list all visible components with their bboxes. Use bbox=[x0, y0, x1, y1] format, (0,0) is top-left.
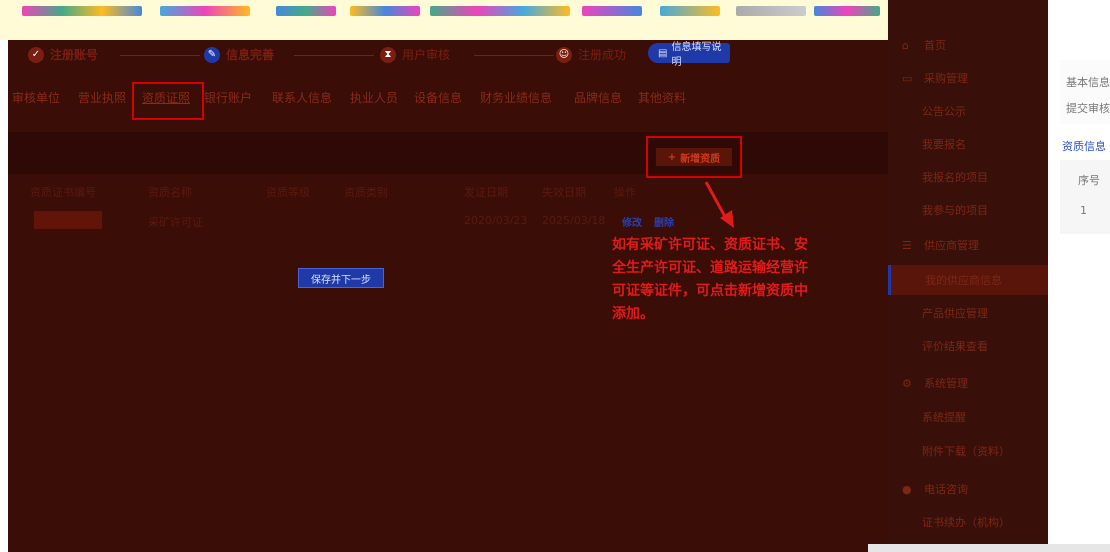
step-label: 注册账号 bbox=[50, 48, 99, 62]
step-register-account: ✓ 注册账号 bbox=[28, 46, 98, 63]
right-submit-review: 提交审核 bbox=[1066, 102, 1110, 115]
right-panel: 基本信息 提交审核 资质信息 序号 1 bbox=[1048, 0, 1110, 552]
smile-icon: ☺ bbox=[556, 46, 572, 63]
gear-icon: ⚙ bbox=[902, 376, 912, 390]
col-cert-number: 资质证书编号 bbox=[30, 186, 96, 199]
tab-brand-info[interactable]: 品牌信息 bbox=[574, 89, 622, 106]
sidebar-item-my-participated[interactable]: 我参与的项目 bbox=[888, 195, 1048, 225]
sidebar-item-announcements[interactable]: 公告公示 bbox=[888, 96, 1048, 126]
sidebar: ⌂ 首页 ▭ 采购管理 公告公示 我要报名 我报名的项目 我参与的项目 ☰ 供应商管理… bbox=[888, 0, 1048, 552]
table-header: 资质证书编号 资质名称 资质等级 资质类别 发证日期 失效日期 操作 bbox=[8, 178, 888, 204]
notice-text-7 bbox=[660, 6, 720, 16]
cell-expire-date: 2025/03/18 bbox=[542, 214, 606, 227]
step-label: 信息完善 bbox=[226, 48, 275, 62]
step-info-complete: ✎ 信息完善 bbox=[204, 46, 274, 63]
save-next-button[interactable]: 保存并下一步 bbox=[298, 268, 384, 288]
edit-circle-icon: ✎ bbox=[204, 46, 220, 63]
sidebar-item-evaluation[interactable]: 评价结果查看 bbox=[888, 331, 1048, 361]
hourglass-icon: ⧗ bbox=[380, 46, 396, 63]
notice-text-8 bbox=[736, 6, 806, 16]
notice-text-3 bbox=[276, 6, 336, 16]
notice-text-1 bbox=[22, 6, 142, 16]
step-connector bbox=[120, 55, 200, 56]
step-connector bbox=[294, 55, 374, 56]
right-col-index: 序号 bbox=[1078, 174, 1100, 187]
sidebar-label: 供应商管理 bbox=[924, 239, 979, 252]
sidebar-item-supplier-mgmt[interactable]: ☰ 供应商管理 bbox=[888, 230, 1048, 260]
folder-icon: ▭ bbox=[902, 71, 913, 85]
tab-licensed-staff[interactable]: 执业人员 bbox=[350, 89, 398, 106]
horizontal-scrollbar[interactable] bbox=[868, 544, 1110, 552]
info-guide-button[interactable]: ▤ 信息填写说明 bbox=[648, 42, 730, 68]
highlight-box-add-button bbox=[646, 136, 742, 178]
annotation-arrow-icon bbox=[704, 181, 734, 228]
col-issue-date: 发证日期 bbox=[464, 186, 508, 199]
sidebar-item-system-reminder[interactable]: 系统提醒 bbox=[888, 402, 1048, 432]
toolbar bbox=[8, 132, 888, 174]
edit-link[interactable]: 修改 bbox=[622, 214, 642, 229]
step-register-success: ☺ 注册成功 bbox=[556, 46, 626, 63]
notice-text-6 bbox=[582, 6, 642, 16]
sidebar-item-my-registered[interactable]: 我报名的项目 bbox=[888, 162, 1048, 192]
sidebar-label: 首页 bbox=[924, 39, 946, 52]
col-qual-level: 资质等级 bbox=[266, 186, 310, 199]
sidebar-item-product-supply[interactable]: 产品供应管理 bbox=[888, 298, 1048, 328]
notice-text-9 bbox=[814, 6, 880, 16]
right-section-title: 资质信息 bbox=[1062, 140, 1106, 153]
table-row: 采矿许可证 2020/03/23 2025/03/18 修改 删除 bbox=[8, 208, 888, 234]
tab-bank-account[interactable]: 银行账户 bbox=[204, 89, 252, 106]
document-icon: ▤ bbox=[658, 47, 668, 59]
right-basic-info: 基本信息 bbox=[1066, 76, 1110, 89]
list-icon: ☰ bbox=[902, 238, 912, 252]
sidebar-item-system-mgmt[interactable]: ⚙ 系统管理 bbox=[888, 368, 1048, 398]
check-circle-icon: ✓ bbox=[28, 46, 44, 63]
sidebar-item-my-supplier-info[interactable]: 我的供应商信息 bbox=[888, 265, 1048, 295]
col-actions: 操作 bbox=[614, 186, 636, 199]
home-icon: ⌂ bbox=[902, 38, 909, 52]
step-label: 注册成功 bbox=[578, 48, 627, 62]
sidebar-item-phone-consult[interactable]: ● 电话咨询 bbox=[888, 474, 1048, 504]
notice-text-4 bbox=[350, 6, 420, 16]
col-qual-name: 资质名称 bbox=[148, 186, 192, 199]
notice-text-5 bbox=[430, 6, 570, 16]
phone-icon: ● bbox=[902, 482, 912, 496]
sidebar-label: 电话咨询 bbox=[924, 483, 968, 496]
tab-contact-info[interactable]: 联系人信息 bbox=[272, 89, 332, 106]
cell-qual-name: 采矿许可证 bbox=[148, 216, 203, 229]
info-guide-label: 信息填写说明 bbox=[671, 42, 722, 68]
sidebar-item-cert-renewal[interactable]: 证书续办（机构） bbox=[888, 507, 1048, 537]
col-qual-category: 资质类别 bbox=[344, 186, 388, 199]
tab-business-license[interactable]: 营业执照 bbox=[78, 89, 126, 106]
sidebar-item-home[interactable]: ⌂ 首页 bbox=[888, 30, 1048, 60]
tab-finance-performance[interactable]: 财务业绩信息 bbox=[480, 89, 552, 106]
step-user-review: ⧗ 用户审核 bbox=[380, 46, 450, 63]
tab-review-unit[interactable]: 审核单位 bbox=[12, 89, 60, 106]
step-label: 用户审核 bbox=[402, 48, 451, 62]
col-expire-date: 失效日期 bbox=[542, 186, 586, 199]
right-row-index: 1 bbox=[1080, 204, 1087, 217]
tab-other-materials[interactable]: 其他资料 bbox=[638, 89, 686, 106]
cert-number-redacted bbox=[34, 211, 102, 229]
registration-steps: ✓ 注册账号 ✎ 信息完善 ⧗ 用户审核 ☺ 注册成功 bbox=[8, 40, 888, 70]
notice-text-2 bbox=[160, 6, 250, 16]
sidebar-item-downloads[interactable]: 附件下载（资料） bbox=[888, 436, 1048, 466]
delete-link[interactable]: 删除 bbox=[654, 214, 674, 229]
cell-issue-date: 2020/03/23 bbox=[464, 214, 528, 227]
highlight-box-qualification-tab bbox=[132, 82, 204, 120]
sidebar-label: 系统管理 bbox=[924, 377, 968, 390]
step-connector bbox=[474, 55, 554, 56]
tab-equipment-info[interactable]: 设备信息 bbox=[414, 89, 462, 106]
annotation-note: 如有采矿许可证、资质证书、安全生产许可证、道路运输经营许可证等证件，可点击新增资… bbox=[612, 237, 808, 322]
sidebar-item-register[interactable]: 我要报名 bbox=[888, 129, 1048, 159]
sidebar-item-procurement[interactable]: ▭ 采购管理 bbox=[888, 63, 1048, 93]
sidebar-label: 采购管理 bbox=[924, 72, 968, 85]
